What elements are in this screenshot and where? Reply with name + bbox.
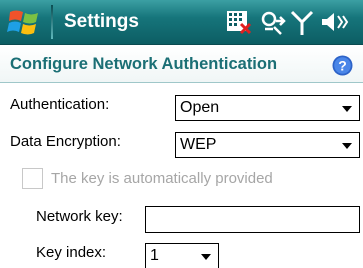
chevron-down-icon <box>342 106 352 112</box>
authentication-value: Open <box>180 99 220 116</box>
authentication-label: Authentication: <box>10 96 110 113</box>
network-key-label: Network key: <box>36 208 123 225</box>
app-title: Settings <box>64 11 139 32</box>
auto-key-checkbox[interactable] <box>22 168 43 189</box>
data-encryption-value: WEP <box>180 136 217 153</box>
signal-icon[interactable] <box>289 7 315 37</box>
help-icon[interactable]: ? <box>332 55 353 76</box>
data-encryption-label: Data Encryption: <box>10 133 121 150</box>
title-bar: Settings <box>0 0 363 45</box>
key-index-value: 1 <box>150 247 159 264</box>
auto-key-label: The key is automatically provided <box>51 170 273 187</box>
svg-text:?: ? <box>338 58 347 74</box>
chevron-down-icon <box>342 143 352 149</box>
authentication-select[interactable]: Open <box>175 95 360 121</box>
page-title: Configure Network Authentication <box>10 55 278 73</box>
sim-card-missing-icon[interactable] <box>224 7 254 37</box>
chevron-down-icon <box>201 254 211 260</box>
network-key-input[interactable] <box>145 206 360 233</box>
key-index-select[interactable]: 1 <box>145 243 219 268</box>
speaker-muted-icon[interactable] <box>318 7 350 37</box>
windows-start-icon[interactable] <box>6 6 48 39</box>
connectivity-icon[interactable] <box>259 7 289 37</box>
title-separator <box>51 5 53 39</box>
data-encryption-select[interactable]: WEP <box>175 132 360 158</box>
key-index-label: Key index: <box>36 244 107 261</box>
page-header: Configure Network Authentication ? <box>0 46 363 83</box>
